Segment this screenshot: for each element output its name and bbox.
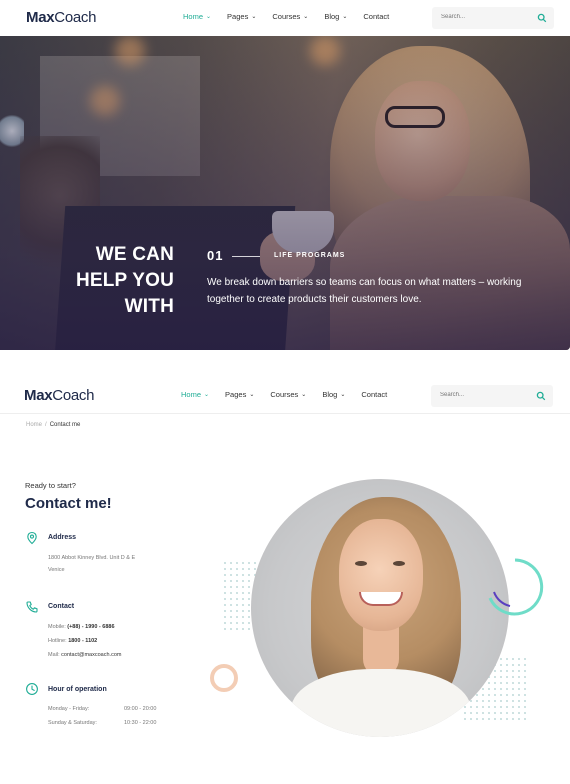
nav-label: Contact (363, 12, 390, 21)
top-navbar: MaxCoach Home ⌄ Pages ⌄ Courses ⌄ Blog ⌄ Con… (0, 0, 570, 36)
logo-part-2: Coach (52, 387, 95, 404)
hero-headline: WE CAN HELP YOU WITH (76, 242, 174, 320)
breadcrumb-current: Contact me (49, 422, 81, 428)
map-pin-icon (27, 531, 37, 545)
chevron-down-icon: ⌄ (342, 14, 348, 20)
hours-days: Monday - Friday: (48, 706, 90, 712)
headline-line: WE CAN (95, 244, 174, 265)
decorative-ring (210, 664, 238, 692)
nav-label: Home (181, 390, 202, 399)
nav-label: Contact (361, 390, 388, 399)
nav-label: Blog (322, 390, 338, 399)
clock-icon (26, 683, 38, 695)
chevron-down-icon: ⌄ (251, 14, 257, 20)
search-box (431, 385, 553, 407)
nav-label: Courses (272, 12, 301, 21)
program-label: LIFE PROGRAMS (274, 252, 346, 259)
logo[interactable]: MaxCoach (26, 9, 96, 26)
mail-link[interactable]: contact@maxcoach.com (61, 652, 121, 658)
search-input[interactable] (441, 14, 531, 20)
contact-portrait (251, 479, 509, 737)
hotline-label: Hotline: (48, 638, 67, 644)
nav-item-pages[interactable]: Pages ⌄ (225, 390, 254, 399)
breadcrumb: Home / Contact me (26, 422, 80, 428)
nav-label: Pages (227, 12, 249, 21)
search-input[interactable] (440, 392, 530, 398)
hotline-line: Hotline: 1800 - 1102 (48, 638, 97, 644)
search-box (432, 7, 554, 29)
hero-description: We break down barriers so teams can focu… (207, 277, 522, 305)
nav-item-blog[interactable]: Blog ⌄ (324, 12, 347, 21)
address-line: 1800 Abbot Kinney Blvd. Unit D & E (48, 555, 136, 561)
nav-item-contact[interactable]: Contact (363, 12, 389, 21)
hours-days: Sunday & Saturday: (48, 720, 97, 726)
hero-banner: WE CAN HELP YOU WITH 01 LIFE PROGRAMS We… (0, 36, 570, 350)
chevron-down-icon: ⌄ (249, 392, 255, 398)
divider-line (232, 256, 260, 257)
nav-label: Blog (324, 12, 340, 21)
nav-item-home[interactable]: Home ⌄ (183, 12, 211, 21)
hotline-number[interactable]: 1800 - 1102 (68, 638, 97, 644)
mobile-label: Mobile: (48, 624, 66, 630)
nav-item-blog[interactable]: Blog ⌄ (322, 390, 345, 399)
nav-item-home[interactable]: Home ⌄ (181, 390, 209, 399)
phone-icon (26, 601, 38, 613)
mobile-number[interactable]: (+88) - 1990 - 6886 (67, 624, 114, 630)
mail-label: Mail: (48, 652, 60, 658)
search-icon[interactable] (537, 13, 547, 23)
chevron-down-icon: ⌄ (204, 392, 210, 398)
contact-heading: Contact (48, 603, 75, 610)
nav-label: Courses (270, 390, 299, 399)
nav-label: Home (183, 12, 204, 21)
headline-line: WITH (124, 296, 174, 317)
hours-heading: Hour of operation (48, 686, 107, 693)
mail-line: Mail: contact@maxcoach.com (48, 652, 121, 658)
contact-page-navbar: MaxCoach Home ⌄ Pages ⌄ Courses ⌄ Blog ⌄ Con… (0, 378, 570, 414)
search-icon[interactable] (536, 391, 546, 401)
nav-item-courses[interactable]: Courses ⌄ (272, 12, 308, 21)
chevron-down-icon: ⌄ (303, 14, 309, 20)
nav-item-contact[interactable]: Contact (361, 390, 387, 399)
decorative-arc (488, 558, 544, 616)
portrait-eye (355, 561, 367, 566)
chevron-down-icon: ⌄ (206, 14, 212, 20)
headline-line: HELP YOU (75, 270, 174, 291)
chevron-down-icon: ⌄ (340, 392, 346, 398)
logo[interactable]: MaxCoach (24, 387, 94, 404)
main-menu: Home ⌄ Pages ⌄ Courses ⌄ Blog ⌄ Contact (181, 390, 387, 399)
portrait-shirt (291, 669, 471, 737)
hours-time: 09:00 - 20:00 (124, 706, 157, 712)
hours-time: 10:30 - 22:00 (124, 720, 157, 726)
program-number: 01 (207, 248, 224, 263)
breadcrumb-separator: / (45, 422, 47, 428)
nav-item-pages[interactable]: Pages ⌄ (227, 12, 256, 21)
logo-part-1: Max (24, 387, 53, 404)
address-heading: Address (48, 534, 77, 541)
page-title: Contact me! (25, 495, 112, 512)
nav-item-courses[interactable]: Courses ⌄ (270, 390, 306, 399)
logo-part-1: Max (26, 9, 55, 26)
chevron-down-icon: ⌄ (301, 392, 307, 398)
mobile-line: Mobile: (+88) - 1990 - 6886 (48, 624, 115, 630)
logo-part-2: Coach (54, 9, 97, 26)
nav-label: Pages (225, 390, 247, 399)
main-menu: Home ⌄ Pages ⌄ Courses ⌄ Blog ⌄ Contact (183, 12, 389, 21)
contact-eyebrow: Ready to start? (25, 481, 76, 490)
address-line: Venice (48, 567, 65, 573)
portrait-eye (393, 561, 405, 566)
portrait-face (339, 519, 423, 631)
breadcrumb-home-link[interactable]: Home (26, 422, 42, 428)
